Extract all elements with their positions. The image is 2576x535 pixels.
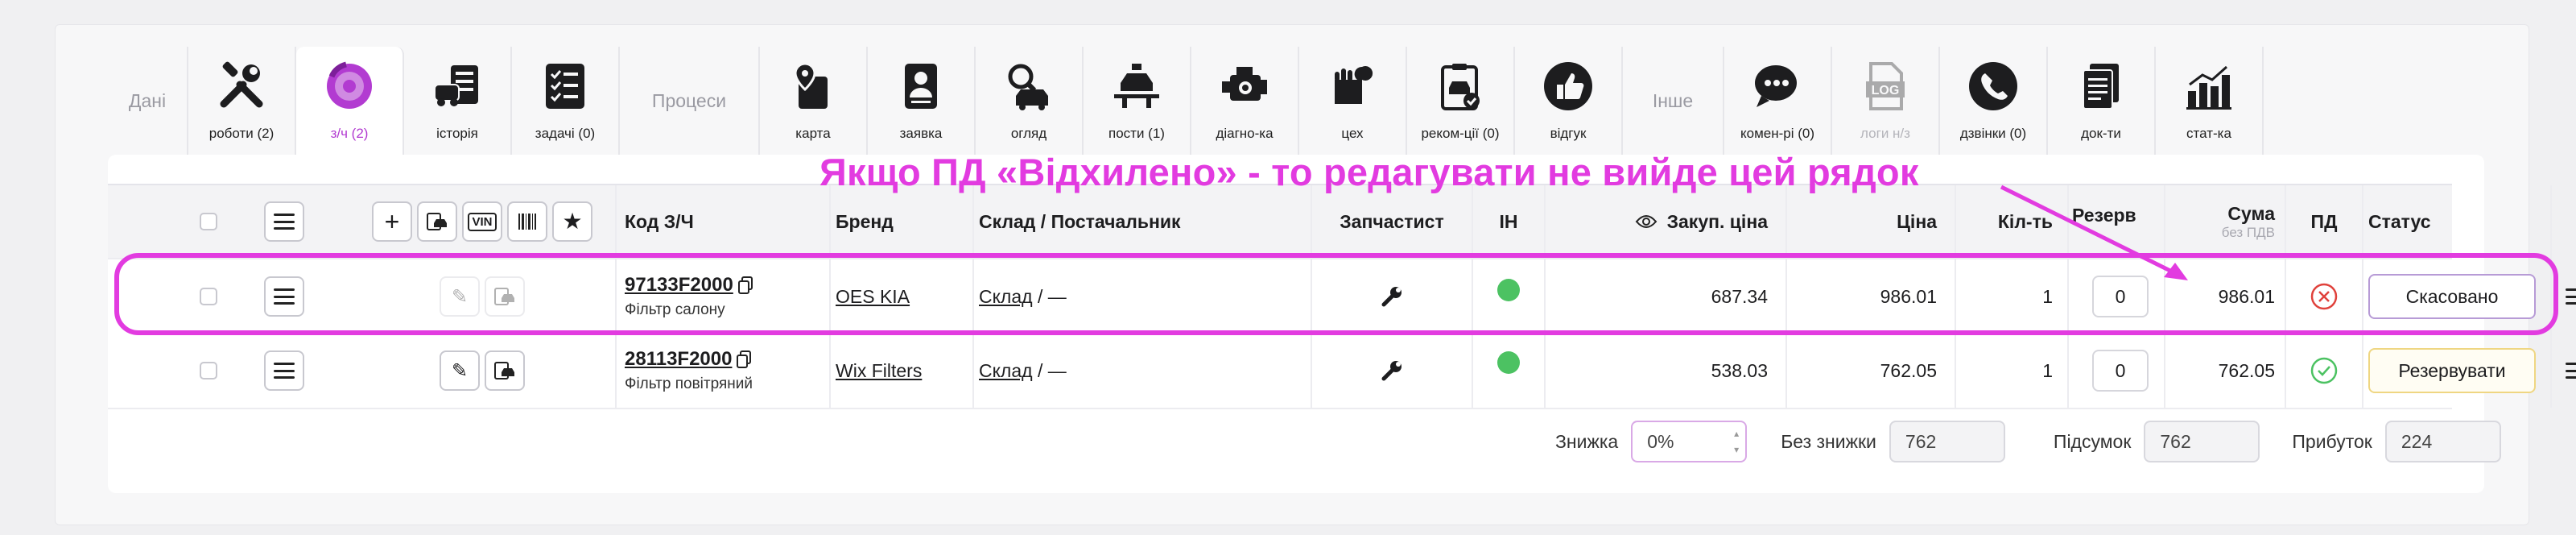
annotation-arrow: [2000, 185, 2188, 280]
